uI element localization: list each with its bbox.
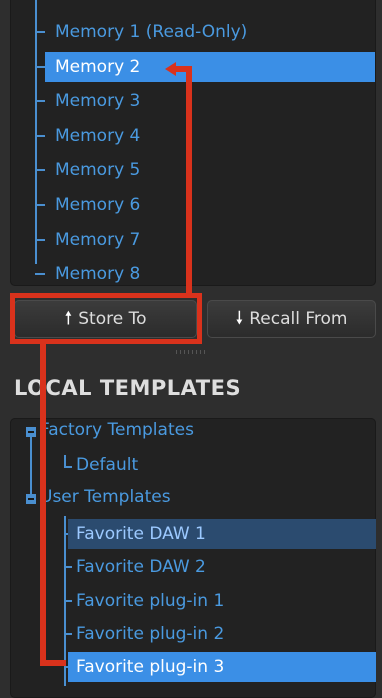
annotation-line (186, 67, 192, 293)
down-arrow-icon: 🠗 (235, 308, 244, 329)
annotation-box-bottom (10, 339, 202, 344)
annotation-box-left (10, 293, 15, 344)
template-item[interactable]: Favorite DAW 1 (68, 519, 376, 549)
memory-slot-item[interactable]: Memory 1 (Read-Only) (55, 17, 247, 47)
memory-tree-tick (35, 169, 45, 172)
memory-tree-tick (35, 238, 45, 241)
memory-tree-tick (35, 100, 45, 103)
section-title: LOCAL TEMPLATES (14, 376, 242, 400)
template-tree-tick (64, 599, 72, 602)
memory-slot-item[interactable]: Memory 6 (55, 190, 140, 220)
memory-slot-item[interactable]: Memory 7 (55, 225, 140, 255)
memory-tree-tick (35, 273, 45, 276)
store-to-label: Store To (78, 309, 147, 329)
annotation-line (40, 660, 66, 666)
factory-templates-folder[interactable]: Factory Templates (40, 420, 194, 440)
memory-slot-item[interactable]: Memory 4 (55, 121, 140, 151)
recall-from-button[interactable]: 🠗 Recall From (207, 300, 376, 338)
panel-resize-handle[interactable] (176, 350, 206, 354)
recall-from-label: Recall From (249, 309, 348, 329)
memory-tree-tick (35, 31, 45, 33)
memory-tree-tick (35, 134, 45, 137)
annotation-line (176, 66, 192, 72)
store-to-button[interactable]: 🠕 Store To (14, 300, 197, 338)
template-item[interactable]: Favorite plug-in 2 (76, 619, 224, 649)
memory-slot-item[interactable]: Memory 2 (45, 51, 375, 82)
annotation-box-top (10, 293, 202, 298)
up-arrow-icon: 🠕 (64, 308, 73, 329)
template-tree-tick (64, 566, 72, 569)
memory-slot-item[interactable]: Memory 5 (55, 155, 140, 185)
memory-slot-item[interactable]: Memory 3 (55, 86, 140, 116)
annotation-arrowhead (165, 62, 176, 76)
memory-tree-tick (35, 65, 45, 68)
collapse-icon[interactable] (26, 427, 36, 437)
factory-child-tick (64, 466, 72, 468)
template-item[interactable]: Favorite plug-in 1 (76, 586, 224, 616)
memory-tree-line (35, 0, 37, 264)
template-tree-tick (64, 632, 72, 635)
memory-tree-tick (35, 204, 45, 206)
user-templates-folder[interactable]: User Templates (40, 487, 171, 507)
template-item[interactable]: Favorite DAW 2 (76, 552, 206, 582)
collapse-icon[interactable] (26, 494, 36, 504)
factory-tree-line (30, 437, 32, 495)
annotation-line (40, 344, 46, 666)
annotation-box-right (197, 293, 202, 344)
template-item[interactable]: Default (76, 455, 138, 475)
memory-slot-item[interactable]: Memory 8 (55, 259, 140, 289)
template-item[interactable]: Favorite plug-in 3 (68, 652, 376, 683)
